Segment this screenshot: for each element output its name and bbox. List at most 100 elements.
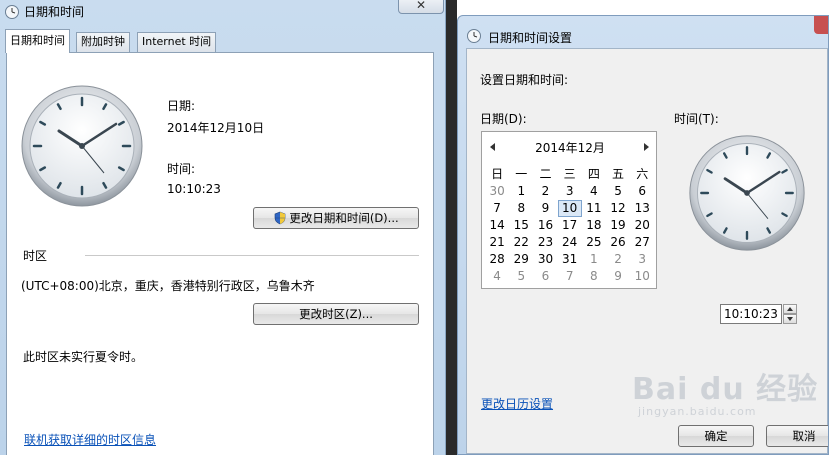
calendar-day[interactable]: 24 [558,234,582,251]
calendar-next-icon[interactable] [644,143,649,151]
spin-down-icon[interactable] [783,314,797,324]
divider [85,255,419,256]
dst-note: 此时区未实行夏令时。 [23,350,144,364]
dialog-title-bar[interactable]: 日期和时间设置 [458,16,828,45]
calendar-day[interactable]: 1 [582,251,606,268]
calendar-day[interactable]: 28 [485,251,509,268]
change-datetime-button[interactable]: 更改日期和时间(D)... [253,207,419,229]
calendar-day[interactable]: 5 [509,268,533,285]
date-label: 日期(D): [480,112,527,126]
close-button[interactable]: ✕ [398,0,444,14]
calendar-day[interactable]: 4 [485,268,509,285]
cancel-button[interactable]: 取消 [766,425,828,447]
online-timezone-link[interactable]: 联机获取详细的时区信息 [24,431,156,448]
weekday-label: 一 [515,167,528,181]
date-value: 2014年12月10日 [167,121,265,135]
time-label: 时间: [167,162,196,176]
change-timezone-button[interactable]: 更改时区(Z)... [253,303,419,325]
calendar-day[interactable]: 15 [509,217,533,234]
timezone-value: (UTC+08:00)北京，重庆，香港特别行政区，乌鲁木齐 [21,279,315,293]
tab-panel: 日期: 2014年12月10日 时间: 10:10:23 更改日期和时间(D).… [6,52,434,455]
calendar-day[interactable]: 19 [606,217,630,234]
calendar-grid: 日一二三四五六 30 1 2 3 4 5 6 7 8 9 10 11 12 13 14 15 16 17 18 19 2… [485,166,655,285]
calendar-day[interactable]: 22 [509,234,533,251]
calendar-week-row: 28 29 30 31 1 2 3 [485,251,655,268]
calendar-day[interactable]: 18 [582,217,606,234]
close-button[interactable] [814,16,828,34]
calendar-day[interactable]: 7 [485,200,509,217]
calendar-day[interactable]: 30 [533,251,557,268]
calendar-week-row: 7 8 9 10 11 12 13 [485,200,655,217]
calendar-day[interactable]: 13 [630,200,654,217]
calendar-day[interactable]: 30 [485,183,509,200]
weekday-label: 二 [539,167,552,181]
tab-internet-time[interactable]: Internet 时间 [137,32,217,52]
calendar-day[interactable]: 17 [558,217,582,234]
weekday-row: 日一二三四五六 [485,166,655,183]
calendar-day[interactable]: 3 [558,183,582,200]
calendar-day[interactable]: 10 [630,268,654,285]
weekday-label: 五 [612,167,625,181]
calendar-day[interactable]: 6 [533,268,557,285]
weekday-label: 日 [491,167,504,181]
change-datetime-label: 更改日期和时间(D)... [289,211,399,225]
calendar-day[interactable]: 23 [533,234,557,251]
calendar-day[interactable]: 12 [606,200,630,217]
calendar-day[interactable]: 25 [582,234,606,251]
dialog-heading: 设置日期和时间: [480,73,569,87]
calendar-day[interactable]: 14 [485,217,509,234]
window-gap [446,0,457,455]
ok-label: 确定 [704,429,728,443]
change-timezone-label: 更改时区(Z)... [299,307,373,321]
calendar-day[interactable]: 26 [606,234,630,251]
calendar-day[interactable]: 3 [630,251,654,268]
calendar-day[interactable]: 1 [509,183,533,200]
calendar-week-row: 4 5 6 7 8 9 10 [485,268,655,285]
calendar-day[interactable]: 7 [558,268,582,285]
calendar-day[interactable]: 9 [533,200,557,217]
time-input[interactable]: 10:10:23 [720,304,782,324]
baidu-watermark: Bai du 经验 jingyan.baidu.com [632,364,818,418]
clock-face-icon [21,85,143,207]
calendar-header: 2014年12月 [482,140,658,156]
tab-additional-clocks[interactable]: 附加时钟 [76,32,130,52]
calendar-day[interactable]: 8 [582,268,606,285]
calendar-day[interactable]: 27 [630,234,654,251]
weekday-label: 四 [587,167,600,181]
cancel-label: 取消 [792,429,816,443]
calendar-month-title[interactable]: 2014年12月 [482,140,658,156]
spin-up-icon[interactable] [783,304,797,314]
timezone-header: 时区 [23,249,48,263]
ok-button[interactable]: 确定 [678,425,754,447]
calendar-day[interactable]: 21 [485,234,509,251]
watermark-main: Bai du 经验 [632,372,819,407]
time-label: 时间(T): [674,112,719,126]
date-time-window: 日期和时间 ✕ 日期和时间 附加时钟 Internet 时间 日期: 2014年… [0,0,446,455]
calendar-day[interactable]: 11 [582,200,606,217]
calendar-week-row: 21 22 23 24 25 26 27 [485,234,655,251]
calendar-day[interactable]: 8 [509,200,533,217]
date-label: 日期: [167,99,196,113]
weekday-label: 三 [563,167,576,181]
title-bar[interactable]: 日期和时间 ✕ [0,0,445,28]
calendar-day[interactable]: 6 [630,183,654,200]
datetime-icon [4,4,20,20]
calendar-day[interactable]: 29 [509,251,533,268]
calendar-day[interactable]: 9 [606,268,630,285]
calendar-week-row: 14 15 16 17 18 19 20 [485,217,655,234]
calendar-day[interactable]: 4 [582,183,606,200]
calendar-day[interactable]: 2 [533,183,557,200]
calendar-day[interactable]: 31 [558,251,582,268]
change-calendar-settings-link[interactable]: 更改日历设置 [481,395,553,412]
calendar-day[interactable]: 16 [533,217,557,234]
calendar-day[interactable]: 5 [606,183,630,200]
calendar[interactable]: 2014年12月 日一二三四五六 30 1 2 3 4 5 6 7 8 9 10 11 12 13 14 15… [481,131,657,289]
calendar-day[interactable]: 20 [630,217,654,234]
close-icon: ✕ [415,0,427,12]
shield-uac-icon [275,211,286,225]
calendar-day[interactable]: 10 [557,200,582,217]
tab-date-time[interactable]: 日期和时间 [5,29,70,53]
dialog-title: 日期和时间设置 [488,31,573,45]
weekday-label: 六 [636,167,649,181]
calendar-day[interactable]: 2 [606,251,630,268]
